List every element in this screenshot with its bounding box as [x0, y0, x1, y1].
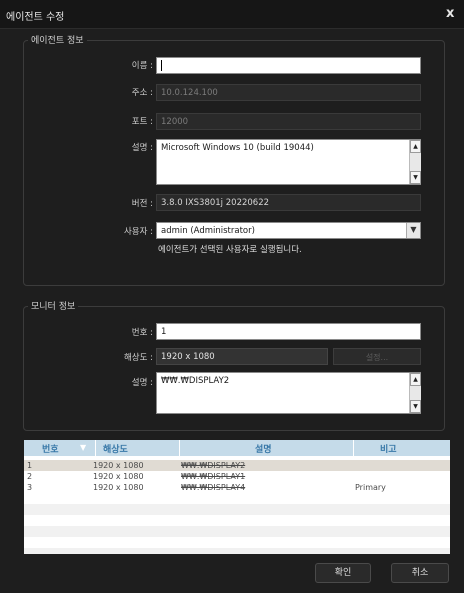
cell-note: Primary: [355, 483, 386, 492]
cell-number: 1: [27, 461, 33, 470]
agent-desc-scrollbar[interactable]: ▲ ▼: [409, 140, 421, 184]
version-field: 3.8.0 IXS3801j 20220622: [156, 194, 421, 211]
column-header-resolution[interactable]: 해상도: [103, 442, 128, 455]
monitor-number-label: 번호 :: [131, 328, 153, 338]
user-select[interactable]: admin (Administrator) ▼: [156, 222, 421, 239]
resolution-field: 1920 x 1080: [156, 348, 328, 365]
agent-desc-textarea[interactable]: Microsoft Windows 10 (build 19044) ▲ ▼: [156, 139, 421, 185]
table-row[interactable]: 1 1920 x 1080 ₩₩.₩DISPLAY2: [24, 460, 450, 471]
cell-number: 3: [27, 483, 33, 492]
cell-resolution: 1920 x 1080: [93, 472, 144, 481]
monitor-table: 번호 ▼ 해상도 설명 비고 1 1920 x 1080 ₩₩.₩DISPLAY…: [24, 440, 450, 554]
resolution-label: 해상도 :: [123, 353, 153, 363]
table-header: 번호 ▼ 해상도 설명 비고: [24, 440, 450, 456]
cancel-button[interactable]: 취소: [391, 563, 449, 583]
column-header-number[interactable]: 번호: [42, 442, 59, 455]
monitor-desc-value: ₩₩.₩DISPLAY2: [161, 376, 230, 386]
close-icon[interactable]: x: [446, 6, 454, 21]
version-label: 버전 :: [131, 199, 153, 209]
triangle-down-icon[interactable]: ▼: [410, 171, 421, 184]
text-cursor: [161, 60, 162, 71]
monitor-desc-scrollbar[interactable]: ▲ ▼: [409, 373, 421, 413]
column-divider: [353, 440, 354, 456]
cell-description: ₩₩.₩DISPLAY4: [181, 483, 246, 492]
port-label: 포트 :: [131, 117, 153, 127]
monitor-number-input[interactable]: 1: [156, 323, 421, 340]
column-divider: [179, 440, 180, 456]
title-bar: [0, 0, 464, 29]
address-label: 주소 :: [131, 88, 153, 98]
user-label: 사용자 :: [123, 227, 153, 237]
agent-desc-label: 설명 :: [131, 143, 153, 153]
triangle-down-icon[interactable]: ▼: [410, 400, 421, 413]
column-header-note[interactable]: 비고: [380, 442, 397, 455]
agent-desc-value: Microsoft Windows 10 (build 19044): [161, 143, 314, 153]
port-field: 12000: [156, 113, 421, 130]
sort-down-icon[interactable]: ▼: [80, 443, 86, 452]
monitor-desc-textarea[interactable]: ₩₩.₩DISPLAY2 ▲ ▼: [156, 372, 421, 414]
monitor-info-legend: 모니터 정보: [28, 299, 79, 312]
cell-description: ₩₩.₩DISPLAY1: [181, 472, 246, 481]
ok-button[interactable]: 확인: [315, 563, 371, 583]
cell-description: ₩₩.₩DISPLAY2: [181, 461, 246, 470]
monitor-desc-label: 설명 :: [131, 378, 153, 388]
agent-info-legend: 에이전트 정보: [28, 33, 87, 46]
name-input[interactable]: [156, 57, 421, 74]
name-label: 이름 :: [131, 61, 153, 71]
window-title: 에이전트 수정: [6, 12, 65, 23]
table-row[interactable]: 2 1920 x 1080 ₩₩.₩DISPLAY1: [24, 471, 450, 482]
cell-number: 2: [27, 472, 33, 481]
triangle-up-icon[interactable]: ▲: [410, 140, 421, 153]
table-row[interactable]: 3 1920 x 1080 ₩₩.₩DISPLAY4 Primary: [24, 482, 450, 493]
cell-resolution: 1920 x 1080: [93, 461, 144, 470]
cell-resolution: 1920 x 1080: [93, 483, 144, 492]
empty-row: [24, 526, 450, 537]
user-note: 에이전트가 선택된 사용자로 실행됩니다.: [158, 245, 302, 255]
chevron-down-icon[interactable]: ▼: [406, 223, 420, 238]
empty-row: [24, 504, 450, 515]
user-value: admin (Administrator): [161, 226, 255, 236]
column-divider: [95, 440, 96, 456]
empty-row: [24, 548, 450, 554]
settings-button[interactable]: 설정...: [333, 348, 421, 365]
column-header-description[interactable]: 설명: [255, 442, 272, 455]
address-field: 10.0.124.100: [156, 84, 421, 101]
triangle-up-icon[interactable]: ▲: [410, 373, 421, 386]
